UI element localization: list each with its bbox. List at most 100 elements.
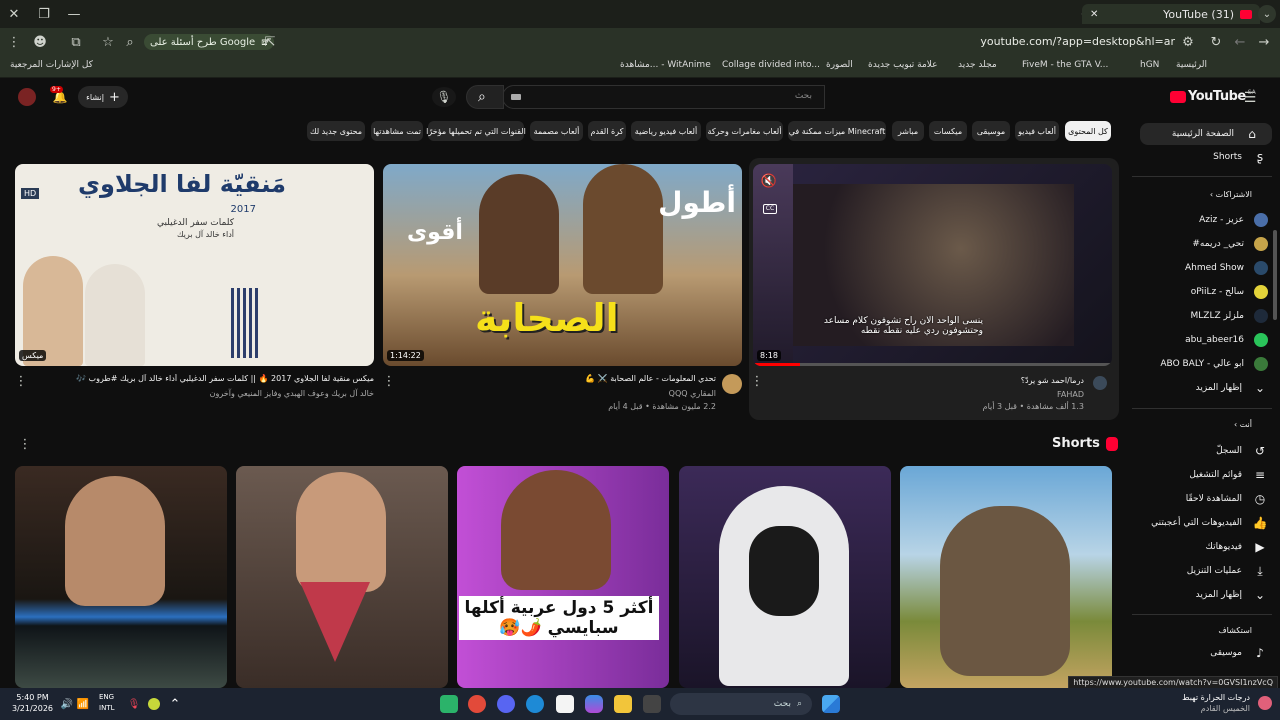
file-explorer-icon[interactable] xyxy=(614,695,632,713)
weather-widget[interactable]: درجات الحرارة تهبط الخميس القادم xyxy=(1182,692,1250,714)
short-card[interactable] xyxy=(15,466,227,688)
language-indicator[interactable]: ENG INTL xyxy=(99,692,114,714)
search-input[interactable]: بحث xyxy=(795,91,812,101)
channel-name[interactable]: المقاري QQQ xyxy=(669,389,716,398)
video-thumbnail[interactable]: أطول أقوى الصحابة 1:14:22 xyxy=(383,164,742,366)
sidebar-item-downloads[interactable]: ⤓ عمليات التنزيل xyxy=(1132,560,1280,582)
bookmark-item[interactable]: Collage divided into... xyxy=(722,60,820,70)
search-button[interactable]: ⌕ xyxy=(466,85,504,109)
discord-icon[interactable] xyxy=(497,695,515,713)
close-window-icon[interactable]: ✕ xyxy=(6,6,22,22)
profile-avatar-icon[interactable]: ☻ xyxy=(32,34,48,50)
microphone-icon[interactable]: 🎙 xyxy=(432,87,456,107)
reload-icon[interactable]: ↻ xyxy=(1208,34,1224,50)
google-ask-pill[interactable]: طرح أسئلة على Google ⧈ xyxy=(144,34,274,50)
sidebar-sub[interactable]: تحي_ دريمه# xyxy=(1132,233,1280,255)
back-icon[interactable]: → xyxy=(1256,34,1272,50)
mute-icon[interactable]: 🔇 xyxy=(761,174,777,189)
channel-avatar[interactable] xyxy=(1093,376,1107,390)
more-options-icon[interactable]: ⋮ xyxy=(751,374,764,389)
edge-icon[interactable] xyxy=(526,695,544,713)
minimize-icon[interactable]: — xyxy=(66,6,82,22)
video-title[interactable]: ميكس منقية لفا الجلاوي 2017 🔥 || كلمات س… xyxy=(20,374,374,383)
sidebar-sub[interactable]: ملزلز MLZLZ xyxy=(1132,305,1280,327)
restore-icon[interactable]: ❐ xyxy=(36,6,52,22)
tray-chevron-icon[interactable]: ⌃ xyxy=(168,697,182,712)
sidebar-sub[interactable]: Ahmed Show xyxy=(1132,257,1280,279)
short-card[interactable] xyxy=(679,466,891,688)
sidebar-scrollbar[interactable] xyxy=(1273,230,1277,320)
chip-item[interactable]: القنوات التي تم تحميلها مؤخرًا xyxy=(426,121,526,141)
bookmark-star-icon[interactable]: ☆ xyxy=(100,34,116,50)
chrome-icon[interactable] xyxy=(468,695,486,713)
short-card[interactable] xyxy=(900,466,1112,688)
menu-dots-icon[interactable]: ⋮ xyxy=(6,34,22,50)
chip-item[interactable]: محتوى جديد لك xyxy=(307,121,365,141)
forward-icon[interactable]: ← xyxy=(1232,34,1248,50)
chip-item[interactable]: ألعاب مصممة xyxy=(530,121,583,141)
taskbar-app-icon[interactable] xyxy=(440,695,458,713)
sidebar-item-music[interactable]: ♪ موسيقى xyxy=(1132,642,1280,664)
chip-item[interactable]: تمت مشاهدتها xyxy=(371,121,423,141)
chip-item[interactable]: كرة القدم xyxy=(588,121,626,141)
chip-item[interactable]: ميكسات xyxy=(929,121,967,141)
captions-icon[interactable]: CC xyxy=(763,204,777,214)
extensions-icon[interactable]: ⧉ xyxy=(68,34,84,50)
channel-name[interactable]: FAHAD xyxy=(1057,390,1084,399)
task-view-icon[interactable] xyxy=(643,695,661,713)
bookmark-item[interactable]: علامة تبويب جديدة xyxy=(868,60,938,70)
tray-app-icon[interactable] xyxy=(148,698,160,710)
chip-item[interactable]: مباشر xyxy=(892,121,924,141)
subscriptions-heading[interactable]: الاشتراكات › xyxy=(1210,190,1252,199)
all-bookmarks[interactable]: كل الإشارات المرجعية xyxy=(10,60,93,70)
sidebar-item-liked[interactable]: 👍 الفيديوهات التي أعجبتني xyxy=(1132,512,1280,534)
more-options-icon[interactable]: ⋮ xyxy=(383,374,396,389)
windows-start-icon[interactable] xyxy=(822,695,840,713)
tab-list-chevron-icon[interactable]: ⌄ xyxy=(1258,5,1276,23)
sidebar-show-more[interactable]: ⌄ إظهار المزيد xyxy=(1132,377,1280,399)
chip-item[interactable]: ألعاب مغامرات وحركة xyxy=(706,121,783,141)
chip-item[interactable]: ميزات ممكنة في Minecraft xyxy=(788,121,886,141)
chip-item[interactable]: ألعاب فيديو رياضية xyxy=(631,121,701,141)
progress-track[interactable] xyxy=(753,363,1112,366)
more-options-icon[interactable]: ⋮ xyxy=(15,374,28,389)
account-avatar[interactable] xyxy=(18,88,36,106)
video-thumbnail[interactable]: 🔇 CC ينسى الواحد الان راح تشوفون كلام مس… xyxy=(753,164,1112,366)
bookmark-item[interactable]: مشاهدة... - WitAnime xyxy=(620,60,711,70)
you-heading[interactable]: أنت › xyxy=(1234,420,1252,429)
bookmark-item[interactable]: مجلد جديد xyxy=(958,60,997,70)
sidebar-sub[interactable]: سالح - oPiiLz xyxy=(1132,281,1280,303)
tab-close-icon[interactable]: ✕ xyxy=(1090,9,1098,20)
bookmark-item[interactable]: FiveM - the GTA V... xyxy=(1022,60,1108,70)
sidebar-item-watch-later[interactable]: ◷ المشاهدة لاحقًا xyxy=(1132,488,1280,510)
chip-item[interactable]: موسيقى xyxy=(972,121,1010,141)
more-options-icon[interactable]: ⋮ xyxy=(19,437,32,452)
url-text[interactable]: youtube.com/?app=desktop&hl=ar xyxy=(980,35,1175,48)
tab-youtube[interactable]: (31) YouTube ✕ xyxy=(1082,4,1260,24)
taskbar-search[interactable]: ⌕ بحث xyxy=(670,693,812,715)
short-card[interactable] xyxy=(236,466,448,688)
create-button[interactable]: إنشاء + xyxy=(78,86,128,108)
store-icon[interactable] xyxy=(556,695,574,713)
bookmark-item[interactable]: الصورة xyxy=(826,60,853,70)
clock[interactable]: 5:40 PM 3/21/2026 xyxy=(12,692,53,714)
video-title[interactable]: تحدي المعلومات - عالم الصحابة ⚔️ 💪 xyxy=(536,374,716,383)
channel-name[interactable]: خالد آل بريك وعوف الهبدي وفايز المنيعي و… xyxy=(210,389,374,398)
sidebar-item-history[interactable]: ↺ السجلّ xyxy=(1132,440,1280,462)
chip-item[interactable]: ألعاب فيديو xyxy=(1015,121,1059,141)
microphone-active-icon[interactable]: 🎙 xyxy=(128,697,141,711)
volume-icon[interactable]: 🔊 xyxy=(60,697,74,711)
sidebar-item-shorts[interactable]: ʂ Shorts xyxy=(1132,146,1280,168)
youtube-logo[interactable]: YouTube SA xyxy=(1170,89,1256,104)
sidebar-item-playlists[interactable]: ≡ قوائم التشغيل xyxy=(1132,464,1280,486)
wifi-icon[interactable]: 📶 xyxy=(76,697,90,711)
sidebar-show-more[interactable]: ⌄ إظهار المزيد xyxy=(1132,584,1280,606)
zoom-icon[interactable]: ⌕ xyxy=(122,34,138,50)
bookmark-item[interactable]: hGN xyxy=(1140,60,1159,70)
video-title[interactable]: درما/احمد شو يردّ؟ xyxy=(924,376,1084,385)
bookmark-item[interactable]: الرئيسية xyxy=(1176,60,1207,70)
video-thumbnail[interactable]: HD مَنقيّة لفا الجلاوي 2017 كلمات سفر ال… xyxy=(15,164,374,366)
search-box[interactable]: بحث xyxy=(502,85,825,109)
sidebar-sub[interactable]: عزيز - Aziz xyxy=(1132,209,1280,231)
install-app-icon[interactable]: ⇱ xyxy=(262,34,278,50)
